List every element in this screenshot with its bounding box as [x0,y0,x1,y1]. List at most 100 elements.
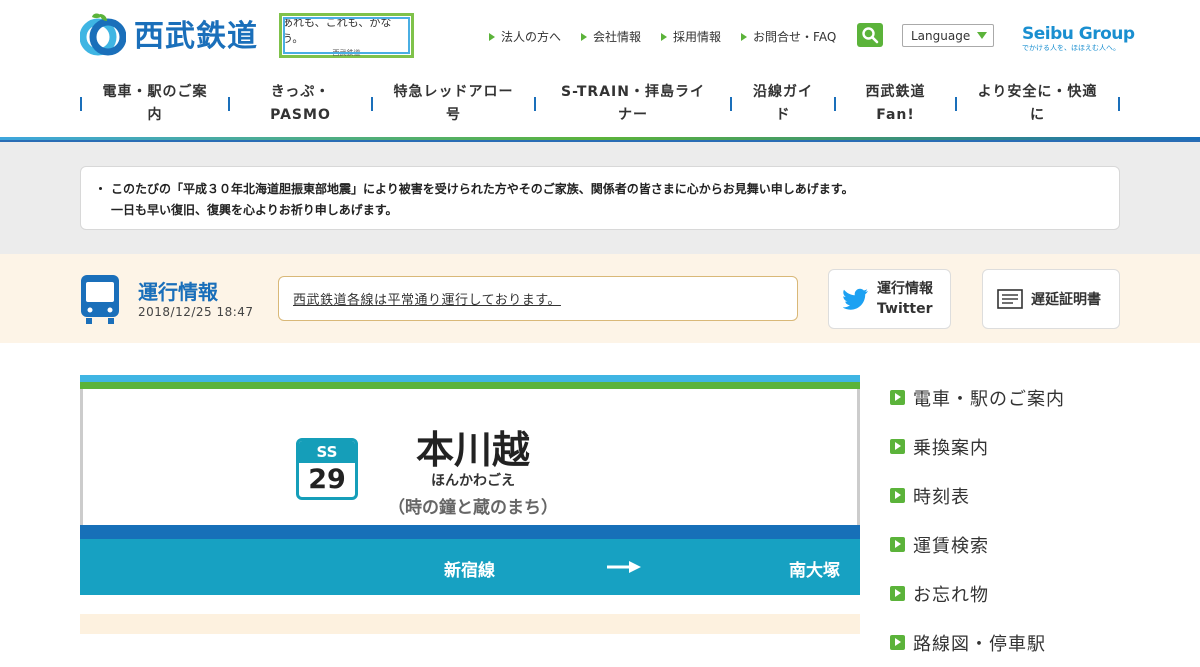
station-sign-body: SS 29 本川越 ほんかわごえ （時の鐘と蔵のまち） [80,389,860,525]
sidebar-item-timetable[interactable]: 時刻表 [890,471,1150,520]
arrow-right-icon [581,32,588,41]
play-arrow-icon [890,439,905,454]
sidebar-item-label: 時刻表 [913,486,970,508]
sidebar-item-label: 電車・駅のご案内 [913,388,1065,410]
arrow-right-icon [661,32,668,41]
site-logo[interactable]: 西武鉄道 [80,10,258,56]
line-name: 新宿線 [444,561,495,581]
sidebar-item-transfer[interactable]: 乗換案内 [890,422,1150,471]
train-icon [81,275,119,324]
station-name-kana: ほんかわごえ [431,473,515,489]
group-tagline: でかける人を、ほほえむ人へ。 [1022,44,1120,52]
station-name: 本川越 [415,428,530,472]
station-line-bar: 新宿線 南大塚 [80,539,860,595]
arrow-right-icon [741,32,748,41]
gnav-red-arrow[interactable]: 特急レッドアロー号 [373,81,534,127]
site-header: 西武鉄道 あれも、これも、かなう。 西武鉄道 法人の方へ 会社情報 採用情報 お… [0,0,1200,142]
seibu-logo-icon [80,13,126,56]
operation-status-message[interactable]: 西武鉄道各線は平常通り運行しております。 [278,276,798,321]
util-link-recruit[interactable]: 採用情報 [661,28,721,45]
play-arrow-icon [890,586,905,601]
gnav-seibu-fan[interactable]: 西武鉄道 Fan! [836,81,955,127]
chevron-down-icon [977,32,987,39]
gnav-label: 電車・駅のご案 [102,84,208,100]
sidebar-item-trains-stations[interactable]: 電車・駅のご案内 [890,373,1150,422]
util-link-label: 会社情報 [593,30,642,44]
bullet-icon [99,187,102,190]
sidebar-item-label: 路線図・停車駅 [913,633,1046,655]
station-line-code: SS [299,441,355,463]
util-link-label: お問合せ・FAQ [753,30,837,44]
arrow-right-icon [607,561,641,573]
util-link-corporate-customers[interactable]: 法人の方へ [489,28,561,45]
arrow-right-icon [489,32,495,41]
station-accent-stripe [80,382,860,389]
gnav-area-guide[interactable]: 沿線ガイド [732,81,834,127]
search-icon [862,27,879,44]
util-link-company-info[interactable]: 会社情報 [581,28,641,45]
gnav-tickets-pasmo[interactable]: きっぷ・ PASMO [230,81,371,127]
sidebar-item-label: お忘れ物 [913,584,989,606]
util-link-label: 法人の方へ [501,30,562,44]
station-sign: SS 29 本川越 ほんかわごえ （時の鐘と蔵のまち） 新宿線 南大塚 [80,375,860,595]
gnav-label: 内 [147,107,163,123]
twitter-label-line1: 運行情報 [877,281,933,297]
gnav-label: 特急レッドアロー [393,84,514,100]
notice-line-2: 一日も早い復旧、復興を心よりお祈り申しあげます。 [111,203,398,217]
operation-message-text: 西武鉄道各線は平常通り運行しております。 [293,293,561,308]
gnav-s-train[interactable]: S-TRAIN・拝島ライ ナー [536,81,730,127]
language-label: Language [911,28,971,43]
sidebar-item-label: 運賃検索 [913,535,989,557]
play-arrow-icon [890,537,905,552]
play-arrow-icon [890,488,905,503]
gnav-label: より安全に・快適 [977,84,1098,100]
slogan-sub: 西武鉄道 [332,48,361,57]
play-arrow-icon [890,635,905,650]
station-info-panel [80,614,860,634]
gnav-label: ド [775,107,791,123]
sidebar-item-route-map[interactable]: 路線図・停車駅 [890,618,1150,667]
gnav-label: Fan! [876,107,915,123]
sidebar-nav: 電車・駅のご案内 乗換案内 時刻表 運賃検索 お忘れ物 路線図・停車駅 [890,373,1150,667]
operation-status-section: 運行情報 2018/12/25 18:47 西武鉄道各線は平常通り運行しておりま… [0,254,1200,343]
gnav-label: きっぷ・ [270,84,331,100]
twitter-label: 運行情報 Twitter [877,279,933,319]
next-station-link[interactable]: 南大塚 [789,556,840,581]
gnav-label: PASMO [270,107,331,123]
util-link-contact-faq[interactable]: お問合せ・FAQ [741,28,836,45]
station-number: 29 [308,464,346,495]
slogan-text: あれも、これも、かなう。 [282,15,392,45]
station-subtitle: （時の鐘と蔵のまち） [388,498,558,518]
gnav-label: ナー [618,107,648,123]
global-nav: 電車・駅のご案内 きっぷ・ PASMO 特急レッドアロー号 S-TRAIN・拝島ラ… [80,78,1120,130]
group-logo-text: Seibu Group [1022,24,1135,44]
twitter-status-button[interactable]: 運行情報 Twitter [828,269,951,329]
gnav-label: 沿線ガイ [753,84,813,100]
gnav-label: に [1030,107,1045,123]
sidebar-item-lost-property[interactable]: お忘れ物 [890,569,1150,618]
play-arrow-icon [890,390,905,405]
seibu-group-logo[interactable]: Seibu Group でかける人を、ほほえむ人へ。 [1022,24,1135,53]
utility-nav: 法人の方へ 会社情報 採用情報 お問合せ・FAQ [489,28,856,45]
search-button[interactable] [857,23,883,47]
sidebar-item-label: 乗換案内 [913,437,989,459]
gnav-safety-comfort[interactable]: より安全に・快適に [957,81,1118,127]
language-select[interactable]: Language [902,24,994,47]
notice-section: このたびの「平成３０年北海道胆振東部地震」により被害を受けられた方やそのご家族、… [0,142,1200,254]
slogan-banner[interactable]: あれも、これも、かなう。 西武鉄道 [279,13,414,58]
nav-divider [1118,97,1120,111]
util-link-label: 採用情報 [673,30,722,44]
sidebar-item-fare-search[interactable]: 運賃検索 [890,520,1150,569]
operation-status-title: 運行情報 [138,280,218,304]
twitter-bird-icon [843,288,868,310]
delay-certificate-button[interactable]: 遅延証明書 [982,269,1120,329]
gnav-label: 号 [446,107,461,123]
operation-timestamp: 2018/12/25 18:47 [138,305,254,319]
station-blue-stripe [80,525,860,539]
gnav-trains-stations[interactable]: 電車・駅のご案内 [82,81,228,127]
twitter-label-line2: Twitter [877,301,933,317]
gnav-label: S-TRAIN・拝島ライ [561,84,705,100]
gnav-label: 西武鉄道 [865,84,926,100]
station-accent-stripe [80,375,860,382]
notice-box: このたびの「平成３０年北海道胆振東部地震」により被害を受けられた方やそのご家族、… [80,166,1120,230]
